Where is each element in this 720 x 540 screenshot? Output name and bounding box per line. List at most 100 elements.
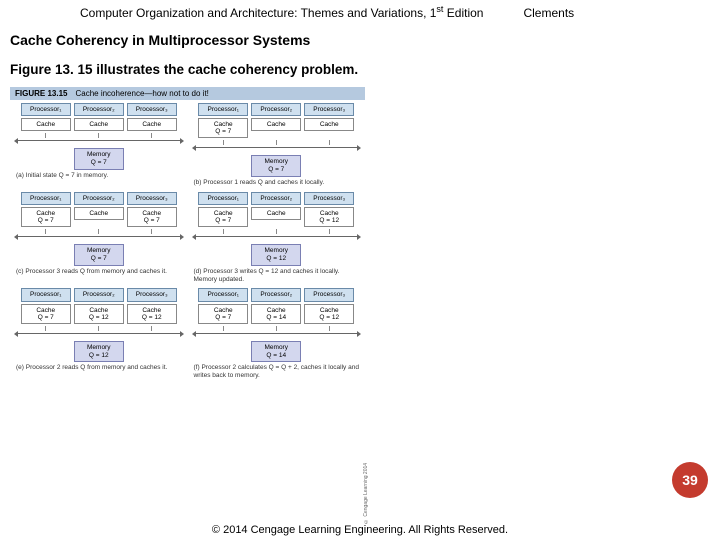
cache-box: Cache [21, 118, 71, 131]
memory-row: Memory Q = 7 [192, 155, 362, 177]
processor-column: Processor₂ Cache [74, 103, 124, 131]
processor-column: Processor₂ Cache [251, 192, 301, 227]
memory-row: Memory Q = 12 [14, 341, 184, 363]
cache-box: Cache Q = 7 [21, 304, 71, 324]
processor-row: Processor₁CacheProcessor₂CacheProcessor₃… [14, 103, 184, 131]
processor-column: Processor₂ Cache Q = 12 [74, 288, 124, 323]
memory-row: Memory Q = 14 [192, 341, 362, 363]
cache-box: Cache Q = 12 [304, 207, 354, 227]
figure-panel: Processor₁Cache Q = 7Processor₂Cache Q =… [188, 285, 366, 382]
cache-box: Cache [251, 207, 301, 220]
cache-box: Cache [127, 118, 177, 131]
processor-box: Processor₁ [21, 288, 71, 301]
panel-caption: (f) Processor 2 calculates Q = Q + 2, ca… [192, 362, 362, 380]
processor-column: Processor₁ Cache [21, 103, 71, 131]
bus-line [194, 236, 360, 242]
cache-box: Cache Q = 7 [198, 207, 248, 227]
processor-row: Processor₁ Cache Q = 7Processor₂ CacheProc… [192, 192, 362, 227]
cache-box: Cache Q = 7 [198, 118, 248, 138]
processor-column: Processor₁ Cache Q = 7 [21, 288, 71, 323]
processor-box: Processor₂ [251, 192, 301, 205]
processor-box: Processor₂ [74, 288, 124, 301]
panel-caption: (e) Processor 2 reads Q from memory and … [14, 362, 184, 372]
figure-description: Cache incoherence—how not to do it! [75, 89, 208, 98]
processor-column: Processor₃ Cache [127, 103, 177, 131]
figure-panel: Processor₁ Cache Q = 7Processor₂ CacheProc… [188, 189, 366, 286]
panel-grid: Processor₁CacheProcessor₂CacheProcessor₃… [10, 100, 365, 382]
bus-line [194, 147, 360, 153]
processor-row: Processor₁ Cache Q = 7Processor₂ CacheProc… [14, 192, 184, 227]
memory-box: Memory Q = 7 [74, 148, 124, 170]
cache-box: Cache [304, 118, 354, 131]
memory-row: Memory Q = 7 [14, 244, 184, 266]
connector-lines [192, 326, 362, 331]
book-title: Computer Organization and Architecture: … [80, 4, 483, 20]
connector-lines [192, 229, 362, 234]
vertical-credit: © Cengage Learning 2014 [363, 454, 369, 524]
figure-area: FIGURE 13.15 Cache incoherence—how not t… [10, 87, 365, 382]
header-row: Computer Organization and Architecture: … [0, 0, 720, 22]
memory-box: Memory Q = 7 [74, 244, 124, 266]
processor-column: Processor₁ Cache Q = 7 [198, 192, 248, 227]
processor-box: Processor₂ [251, 288, 301, 301]
page-number-badge: 39 [672, 462, 708, 498]
memory-row: Memory Q = 12 [192, 244, 362, 266]
figure-panel: Processor₁Cache Q = 7Processor₂Cache Q =… [10, 285, 188, 382]
processor-box: Processor₂ [74, 192, 124, 205]
section-title: Cache Coherency in Multiprocessor System… [0, 22, 720, 56]
figure-number: FIGURE 13.15 [15, 89, 67, 98]
cache-box: Cache [74, 118, 124, 131]
memory-box: Memory Q = 12 [251, 244, 301, 266]
figure-caption: Figure 13. 15 illustrates the cache cohe… [0, 56, 720, 83]
figure-label-bar: FIGURE 13.15 Cache incoherence—how not t… [10, 87, 365, 100]
processor-box: Processor₃ [304, 103, 354, 116]
processor-column: Processor₃Cache Q = 12 [127, 288, 177, 323]
processor-box: Processor₃ [127, 103, 177, 116]
processor-box: Processor₂ [74, 103, 124, 116]
copyright-line: © 2014 Cengage Learning Engineering. All… [0, 524, 720, 536]
connector-lines [192, 140, 362, 145]
processor-row: Processor₁Cache Q = 7Processor₂CacheProc… [192, 103, 362, 138]
processor-column: Processor₃ Cache [304, 103, 354, 138]
author-name: Clements [483, 6, 574, 20]
cache-box: Cache [74, 207, 124, 220]
book-title-suffix: Edition [443, 6, 483, 20]
processor-box: Processor₃ [127, 192, 177, 205]
cache-box: Cache Q = 12 [304, 304, 354, 324]
processor-row: Processor₁Cache Q = 7Processor₂Cache Q =… [14, 288, 184, 323]
connector-lines [14, 229, 184, 234]
processor-box: Processor₂ [251, 103, 301, 116]
processor-column: Processor₁ Cache Q = 7 [21, 192, 71, 227]
figure-panel: Processor₁CacheProcessor₂CacheProcessor₃… [10, 100, 188, 189]
figure-panel: Processor₁ Cache Q = 7Processor₂ CacheProc… [10, 189, 188, 286]
processor-box: Processor₁ [21, 192, 71, 205]
processor-box: Processor₃ [304, 192, 354, 205]
memory-row: Memory Q = 7 [14, 148, 184, 170]
connector-lines [14, 326, 184, 331]
processor-column: Processor₁Cache Q = 7 [198, 288, 248, 323]
processor-box: Processor₃ [304, 288, 354, 301]
memory-box: Memory Q = 7 [251, 155, 301, 177]
processor-column: Processor₁Cache Q = 7 [198, 103, 248, 138]
bus-line [16, 140, 182, 146]
figure-panel: Processor₁Cache Q = 7Processor₂CacheProc… [188, 100, 366, 189]
processor-column: Processor₂Cache [251, 103, 301, 138]
processor-box: Processor₁ [21, 103, 71, 116]
cache-box: Cache Q = 12 [127, 304, 177, 324]
processor-column: Processor₃ Cache Q = 12 [304, 288, 354, 323]
bus-line [194, 333, 360, 339]
processor-column: Processor₃Cache Q = 7 [127, 192, 177, 227]
processor-box: Processor₁ [198, 192, 248, 205]
processor-column: Processor₃ Cache Q = 12 [304, 192, 354, 227]
cache-box: Cache Q = 12 [74, 304, 124, 324]
memory-box: Memory Q = 12 [74, 341, 124, 363]
connector-lines [14, 133, 184, 138]
processor-column: Processor₂ Cache [74, 192, 124, 227]
bus-line [16, 333, 182, 339]
cache-box: Cache Q = 7 [21, 207, 71, 227]
memory-box: Memory Q = 14 [251, 341, 301, 363]
book-title-prefix: Computer Organization and Architecture: … [80, 6, 436, 20]
bus-line [16, 236, 182, 242]
cache-box: Cache Q = 7 [198, 304, 248, 324]
processor-row: Processor₁Cache Q = 7Processor₂Cache Q =… [192, 288, 362, 323]
